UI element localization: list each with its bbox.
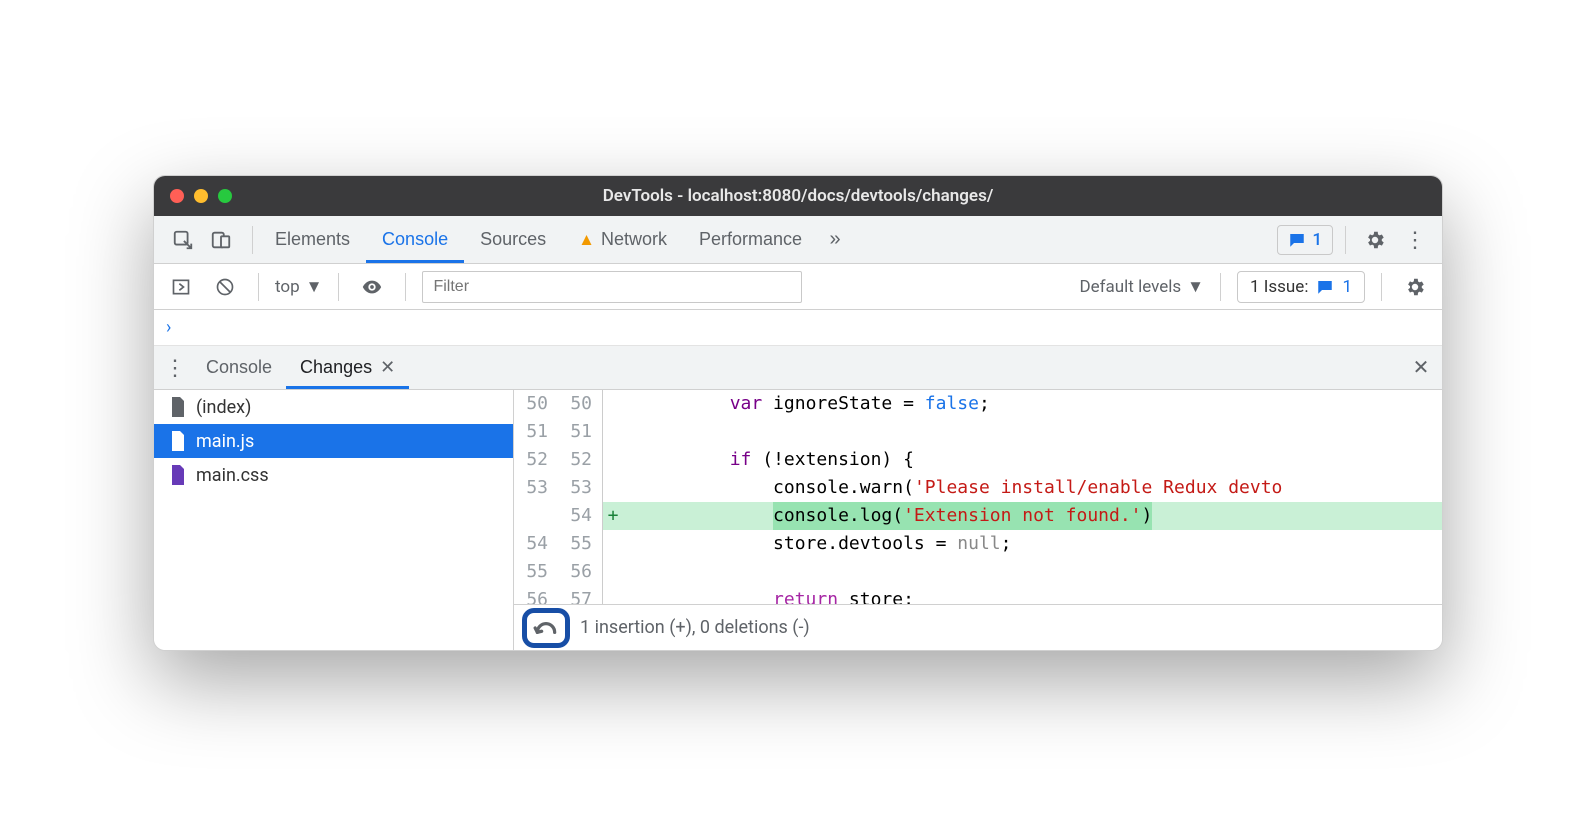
drawer-menu-icon[interactable]: ⋮: [158, 351, 192, 385]
diff-line: 5252 if (!extension) {: [514, 446, 1442, 474]
file-name: main.js: [196, 431, 254, 452]
clear-console-icon[interactable]: [208, 270, 242, 304]
file-name: main.css: [196, 465, 269, 486]
file-name: (index): [196, 397, 251, 418]
diff-line: 5556: [514, 558, 1442, 586]
main-tabstrip: Elements Console Sources ▲ Network Perfo…: [154, 216, 1442, 264]
changes-panel: (index) main.js main.css 5050 var ignore…: [154, 390, 1442, 650]
drawer-tabstrip: ⋮ Console Changes ✕ ✕: [154, 346, 1442, 390]
divider: [258, 273, 259, 301]
diff-view: 5050 var ignoreState = false; 5151 5252 …: [514, 390, 1442, 650]
devtools-window: DevTools - localhost:8080/docs/devtools/…: [153, 175, 1443, 651]
diff-line: 5455 store.devtools = null;: [514, 530, 1442, 558]
tab-console[interactable]: Console: [366, 217, 464, 263]
file-icon: [170, 465, 186, 485]
settings-icon[interactable]: [1358, 223, 1392, 257]
close-tab-icon[interactable]: ✕: [380, 357, 395, 378]
window-controls: [170, 189, 232, 203]
close-drawer-icon[interactable]: ✕: [1404, 351, 1438, 385]
diff-line: 5353 console.warn('Please install/enable…: [514, 474, 1442, 502]
divider: [338, 273, 339, 301]
context-label: top: [275, 277, 300, 297]
divider: [252, 226, 253, 254]
changed-files-tree: (index) main.js main.css: [154, 390, 514, 650]
issues-badge[interactable]: 1: [1277, 225, 1333, 255]
more-tabs-button[interactable]: »: [818, 223, 852, 257]
diff-line: 5151: [514, 418, 1442, 446]
diff-line: 5050 var ignoreState = false;: [514, 390, 1442, 418]
revert-button[interactable]: [522, 608, 570, 648]
file-icon: [170, 431, 186, 451]
file-item-main-css[interactable]: main.css: [154, 458, 513, 492]
issue-counter[interactable]: 1 Issue: 1: [1237, 271, 1365, 303]
filter-input[interactable]: [422, 271, 802, 303]
drawer-tab-changes[interactable]: Changes ✕: [286, 347, 409, 389]
toggle-sidebar-icon[interactable]: [164, 270, 198, 304]
log-level-label: Default levels: [1079, 277, 1181, 297]
log-level-selector[interactable]: Default levels ▼: [1079, 277, 1204, 297]
document-icon: [170, 397, 186, 417]
undo-icon: [533, 618, 559, 638]
file-item-main-js[interactable]: main.js: [154, 424, 513, 458]
console-toolbar: top ▼ Default levels ▼ 1 Issue: 1: [154, 264, 1442, 310]
divider: [1381, 273, 1382, 301]
issue-label: 1 Issue:: [1250, 277, 1308, 297]
warning-icon: ▲: [578, 230, 595, 250]
close-window-button[interactable]: [170, 189, 184, 203]
drawer-tab-console[interactable]: Console: [192, 347, 286, 389]
kebab-menu-icon[interactable]: ⋮: [1398, 223, 1432, 257]
tab-elements[interactable]: Elements: [259, 217, 366, 263]
issues-count: 1: [1312, 230, 1322, 250]
console-settings-icon[interactable]: [1398, 270, 1432, 304]
live-expression-icon[interactable]: [355, 270, 389, 304]
console-prompt-row[interactable]: ›: [154, 310, 1442, 346]
window-title: DevTools - localhost:8080/docs/devtools/…: [154, 186, 1442, 206]
tab-network-label: Network: [601, 229, 667, 250]
diff-scroll[interactable]: 5050 var ignoreState = false; 5151 5252 …: [514, 390, 1442, 604]
message-icon: [1288, 231, 1306, 249]
tab-network[interactable]: ▲ Network: [562, 217, 683, 263]
message-icon: [1316, 278, 1334, 296]
diff-status-bar: 1 insertion (+), 0 deletions (-): [514, 604, 1442, 650]
divider: [1345, 226, 1346, 254]
minimize-window-button[interactable]: [194, 189, 208, 203]
divider: [405, 273, 406, 301]
diff-line: 5657 return store;: [514, 586, 1442, 604]
divider: [1220, 273, 1221, 301]
titlebar: DevTools - localhost:8080/docs/devtools/…: [154, 176, 1442, 216]
diff-line-added: 54 + console.log('Extension not found.'): [514, 502, 1442, 530]
drawer-tab-changes-label: Changes: [300, 357, 372, 378]
issue-count: 1: [1342, 277, 1352, 297]
context-selector[interactable]: top ▼: [275, 277, 322, 297]
device-toolbar-icon[interactable]: [204, 223, 238, 257]
inspect-element-icon[interactable]: [166, 223, 200, 257]
diff-summary: 1 insertion (+), 0 deletions (-): [580, 617, 810, 638]
chevron-right-icon: ›: [166, 317, 171, 338]
tab-performance[interactable]: Performance: [683, 217, 818, 263]
chevron-down-icon: ▼: [1187, 277, 1204, 297]
tab-sources[interactable]: Sources: [464, 217, 562, 263]
file-item-index[interactable]: (index): [154, 390, 513, 424]
zoom-window-button[interactable]: [218, 189, 232, 203]
chevron-down-icon: ▼: [306, 277, 323, 297]
